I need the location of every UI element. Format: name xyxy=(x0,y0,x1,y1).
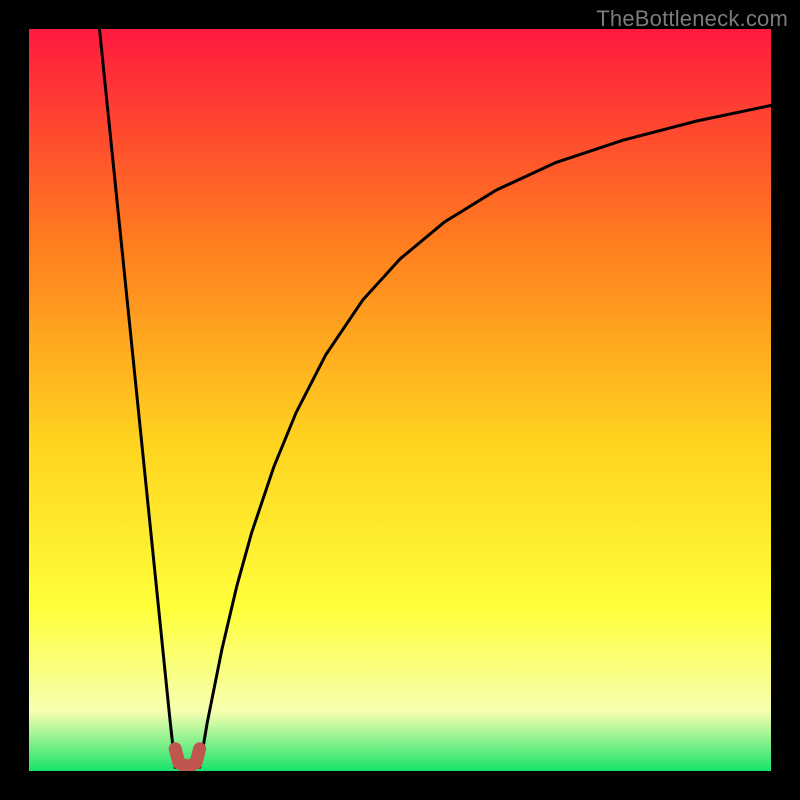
plot-area xyxy=(29,29,771,771)
gradient-background xyxy=(29,29,771,771)
plot-svg xyxy=(29,29,771,771)
outer-frame: TheBottleneck.com xyxy=(0,0,800,800)
watermark-text: TheBottleneck.com xyxy=(596,6,788,32)
